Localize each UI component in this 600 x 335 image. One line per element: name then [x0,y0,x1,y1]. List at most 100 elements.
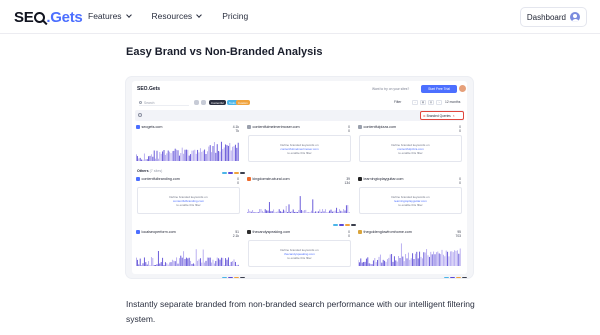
site-favicon-icon [358,230,362,234]
site-card[interactable]: contentfulbranding.com 0 0 Define branded k… [134,177,241,227]
site-stats: 00 [348,230,350,238]
site-impressions: 703 [455,234,461,239]
app-logo: SEO.Gets [137,86,161,92]
site-name: thecandyspeaking.com [252,230,291,234]
site-card-title: contentfulmelmerimoser.com [247,125,300,129]
site-favicon-icon [247,230,251,234]
legend-swatch [345,224,350,226]
legend-swatch [222,172,227,174]
dashboard-label: Dashboard [526,12,566,22]
branded-empty-message: Define branded keywords on thecandyspeaki… [248,240,351,267]
empty-msg-line2: to enable this filter [287,150,312,155]
app-search-input[interactable]: Search [139,100,189,106]
site-favicon-icon [136,177,140,181]
ctrl-d[interactable]: › [436,100,442,105]
query-filter-bar[interactable] [135,110,464,121]
nav-features-label: Features [88,11,122,21]
tag-custom[interactable]: Custom [236,100,250,105]
close-icon[interactable]: × [453,114,455,118]
traffic-sparkline [358,243,461,266]
site-impressions: 2.1k [232,234,239,239]
traffic-sparkline [136,249,239,266]
others-label: Others [137,169,149,173]
nav-pricing[interactable]: Pricing [222,11,248,21]
site-favicon-icon [247,125,251,129]
others-section-label: Others (7 sites) [137,169,162,173]
site-card-title: thegoldenglowfromhome.com [358,230,412,234]
empty-msg-line2: to enable this filter [398,150,423,155]
site-card[interactable]: learningtoplayguitar.com 0 0 Define branded… [356,177,463,227]
site-impressions: 0 [459,129,461,134]
site-card[interactable]: thegoldenglowfromhome.com 95 703 [356,230,467,278]
date-range-select[interactable]: 12 months [445,100,460,104]
site-card-title: thecandyspeaking.com [247,230,290,234]
app-avatar[interactable] [459,85,466,92]
branded-empty-message: Define branded keywords on learningtoplay… [359,187,462,214]
site-impressions: 0 [459,181,461,186]
site-card-title: learningtoplayguitar.com [358,177,403,181]
chevron-down-icon [196,12,203,18]
site-favicon-icon [358,177,362,181]
legend-swatch [333,224,338,226]
tag-chip-b[interactable] [201,100,206,105]
ctrl-a[interactable]: ‹ [412,100,418,105]
site-name: contentfulpizza.com [363,125,397,129]
ctrl-b[interactable]: ▦ [420,100,426,105]
site-stats: 00 [237,177,239,185]
traffic-sparkline [247,196,350,213]
site-card[interactable]: contentfulmelmerimoser.com 0 0 Define brand… [245,125,352,175]
site-stats: 39 134 [344,177,350,185]
app-screenshot-panel: SEO.Gets Want to try on your sites? Star… [126,77,473,278]
app-window: SEO.Gets Want to try on your sites? Star… [132,81,467,278]
site-impressions: 0 [348,234,350,239]
user-avatar-icon [570,12,580,22]
site-card-title: contentfulpizza.com [358,125,396,129]
site-card[interactable]: thecandyspeaking.com 0 0 Define branded key… [245,230,352,278]
site-stats: 00 [459,177,461,185]
nav-features[interactable]: Features [88,11,132,21]
legend-swatch [462,277,467,278]
nav-links: Features Resources Pricing [88,11,269,21]
nav-resources[interactable]: Resources [152,11,203,21]
site-card[interactable]: seogets.com 4.1k 7k [134,125,245,175]
logo-text-a: SE [14,9,34,26]
branded-queries-label: Branded Queries [426,113,451,118]
dashboard-button[interactable]: Dashboard [519,7,587,27]
site-name: seogets.com [141,125,163,129]
app-search-placeholder: Search [144,100,155,105]
filter-button[interactable]: Filter [394,100,401,104]
legend-swatch [444,277,449,278]
legend-swatch [222,277,227,278]
site-name: contentfulbranding.com [141,177,180,181]
site-impressions: 134 [344,181,350,186]
branded-queries-toggle[interactable]: ⊛ Branded Queries × [420,111,464,120]
legend-swatch [234,277,239,278]
start-trial-button[interactable]: Start Free Trial [421,85,457,93]
site-card[interactable]: contentfulpizza.com 0 0 Define branded keyw… [356,125,463,175]
tag-chip-a[interactable] [194,100,199,105]
sparkline-legend [222,277,245,278]
site-name: localseoperform.com [141,230,176,234]
site-card[interactable]: kingdomstructural.com 39 134 [245,177,356,227]
site-favicon-icon [358,125,362,129]
site-logo[interactable]: SE .Gets [14,9,83,26]
ctrl-c[interactable]: ▤ [428,100,434,105]
others-count: (7 sites) [149,169,163,173]
site-stats: 51 2.1k [233,230,239,238]
site-stats: 4.1k 7k [233,125,239,133]
traffic-sparkline [136,141,239,161]
site-card-title: contentfulbranding.com [136,177,180,181]
branded-empty-message: Define branded keywords on contentfulbran… [137,187,240,214]
site-card-title: seogets.com [136,125,162,129]
tag-contentful[interactable]: Contentful [209,100,226,105]
magnifier-logo-icon [34,12,46,23]
branded-empty-message: Define branded keywords on contentfulpizz… [359,135,462,162]
site-impressions: 0 [348,129,350,134]
logo-text-b: .Gets [46,9,83,26]
site-card[interactable]: localseoperform.com 51 2.1k [134,230,245,278]
sparkline-legend [333,224,356,226]
sparkline-legend [444,277,467,278]
section-caption: Instantly separate branded from non-bran… [126,299,475,324]
legend-swatch [450,277,455,278]
site-card-title: localseoperform.com [136,230,176,234]
